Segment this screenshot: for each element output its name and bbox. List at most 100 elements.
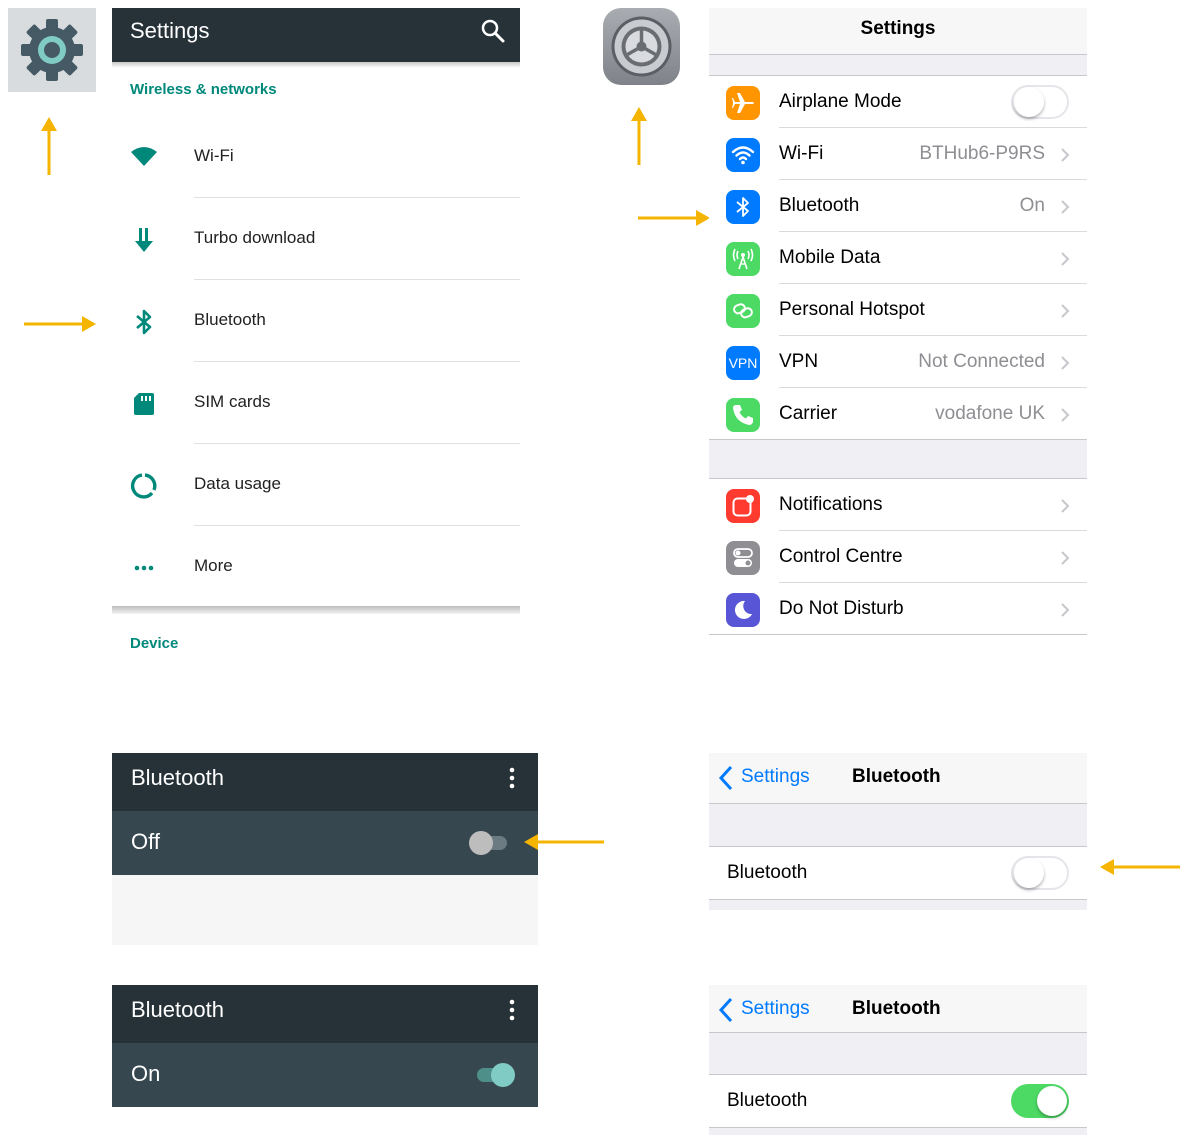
android-bluetooth-screen-on: Bluetooth On <box>112 985 538 1108</box>
search-button[interactable] <box>480 18 506 44</box>
settings-row-label: Control Centre <box>779 546 903 567</box>
android-settings-screen: Settings Wireless & networks Wi-Fi Turbo… <box>112 8 520 668</box>
page-title: Settings <box>860 18 936 39</box>
bluetooth-toggle[interactable] <box>1011 856 1069 890</box>
settings-row-vpn[interactable]: VPN VPN Not Connected <box>709 336 1087 388</box>
search-icon <box>481 19 505 43</box>
arrow-left-indicator <box>1100 859 1180 875</box>
toolbar-shadow <box>112 62 520 68</box>
settings-row-label: Notifications <box>779 494 883 515</box>
settings-item-label: Wi-Fi <box>194 146 234 165</box>
bluetooth-icon-tile <box>726 190 760 224</box>
overflow-menu-button[interactable] <box>508 999 516 1021</box>
nav-bar: Settings Bluetooth <box>709 753 1087 804</box>
toolbar: Bluetooth <box>112 753 538 811</box>
settings-group-system: Notifications Control Centre Do Not Dist… <box>709 478 1087 635</box>
bluetooth-row-label: Bluetooth <box>727 1090 808 1111</box>
settings-item-wifi[interactable]: Wi-Fi <box>112 116 520 198</box>
page-title: Settings <box>130 18 210 43</box>
settings-row-control-centre[interactable]: Control Centre <box>709 531 1087 583</box>
settings-row-wifi[interactable]: Wi-Fi BTHub6-P9RS <box>709 128 1087 180</box>
bluetooth-switch-bar[interactable]: Off <box>112 811 538 875</box>
antenna-icon-tile <box>726 242 760 276</box>
settings-item-more[interactable]: More <box>112 526 520 608</box>
bluetooth-state-label: Off <box>131 829 160 854</box>
section-header-device: Device <box>130 635 179 652</box>
settings-row-personal-hotspot[interactable]: Personal Hotspot <box>709 284 1087 336</box>
overflow-menu-button[interactable] <box>508 767 516 789</box>
bluetooth-icon <box>136 309 152 335</box>
control-centre-icon <box>733 548 753 567</box>
ios-settings-screen: Settings Airplane Mode Wi-Fi BTHub6-P9RS… <box>709 8 1087 635</box>
switch-thumb <box>469 831 493 855</box>
settings-row-value: On <box>1019 195 1045 216</box>
bluetooth-switch[interactable] <box>469 831 509 855</box>
page-title: Bluetooth <box>852 766 941 787</box>
arrow-right-indicator <box>638 210 710 226</box>
settings-row-do-not-disturb[interactable]: Do Not Disturb <box>709 583 1087 635</box>
chevron-left-icon <box>718 765 733 791</box>
wifi-icon-tile <box>726 138 760 172</box>
chevron-right-icon <box>1061 408 1070 422</box>
phone-icon-tile <box>726 398 760 432</box>
ios-bluetooth-screen-on: Settings Bluetooth Bluetooth <box>709 985 1087 1135</box>
arrow-up-indicator <box>631 107 647 165</box>
settings-item-bluetooth[interactable]: Bluetooth <box>112 280 520 362</box>
settings-item-sim-cards[interactable]: SIM cards <box>112 362 520 444</box>
android-settings-app-icon[interactable] <box>8 8 96 92</box>
settings-group-connectivity: Airplane Mode Wi-Fi BTHub6-P9RS Bluetoot… <box>709 75 1087 440</box>
download-arrow-icon <box>135 228 153 252</box>
ios-bluetooth-screen-off: Settings Bluetooth Bluetooth <box>709 753 1087 910</box>
page-title: Bluetooth <box>131 765 224 790</box>
settings-item-label: SIM cards <box>194 392 271 411</box>
settings-item-label: More <box>194 556 233 575</box>
settings-item-label: Data usage <box>194 474 281 493</box>
settings-row-carrier[interactable]: Carrier vodafone UK <box>709 388 1087 440</box>
hotspot-icon-tile <box>726 294 760 328</box>
chevron-right-icon <box>1061 499 1070 513</box>
more-dots-icon <box>134 565 154 571</box>
settings-row-mobile-data[interactable]: Mobile Data <box>709 232 1087 284</box>
vpn-icon: VPN <box>726 346 760 380</box>
gear-icon <box>21 19 83 81</box>
settings-row-notifications[interactable]: Notifications <box>709 479 1087 531</box>
chevron-right-icon <box>1061 304 1070 318</box>
bluetooth-toggle[interactable] <box>1011 1084 1069 1118</box>
ios-settings-app-icon[interactable] <box>603 8 680 85</box>
arrow-up-indicator <box>41 117 57 175</box>
arrow-left-indicator <box>524 834 604 850</box>
settings-row-label: Wi-Fi <box>779 143 824 164</box>
airplane-mode-toggle[interactable] <box>1011 85 1069 119</box>
settings-item-label: Turbo download <box>194 228 316 247</box>
settings-row-value: vodafone UK <box>935 403 1045 424</box>
toggle-knob <box>1014 87 1044 117</box>
switch-thumb <box>491 1063 515 1087</box>
chevron-right-icon <box>1061 252 1070 266</box>
bluetooth-switch[interactable] <box>477 1063 517 1087</box>
settings-row-label: Carrier <box>779 403 838 424</box>
settings-row-label: VPN <box>779 351 819 372</box>
phone-icon <box>733 405 753 425</box>
content-area <box>112 875 538 945</box>
back-button[interactable]: Settings <box>709 753 829 803</box>
more-vert-icon <box>509 999 515 1021</box>
section-footer <box>709 1128 1087 1135</box>
settings-item-turbo-download[interactable]: Turbo download <box>112 198 520 280</box>
bluetooth-switch-bar[interactable]: On <box>112 1043 538 1107</box>
control-centre-icon-tile <box>726 541 760 575</box>
more-vert-icon <box>509 767 515 789</box>
settings-item-data-usage[interactable]: Data usage <box>112 444 520 526</box>
data-usage-icon <box>130 473 157 499</box>
chevron-right-icon <box>1061 356 1070 370</box>
settings-row-airplane-mode[interactable]: Airplane Mode <box>709 76 1087 128</box>
notifications-icon <box>732 495 754 517</box>
settings-row-value: Not Connected <box>918 351 1045 372</box>
settings-row-bluetooth[interactable]: Bluetooth On <box>709 180 1087 232</box>
back-button[interactable]: Settings <box>709 985 829 1032</box>
back-label: Settings <box>741 766 810 787</box>
antenna-icon <box>732 248 754 270</box>
chevron-right-icon <box>1061 148 1070 162</box>
settings-row-label: Personal Hotspot <box>779 299 925 320</box>
android-bluetooth-screen-off: Bluetooth Off <box>112 753 538 945</box>
chevron-right-icon <box>1061 603 1070 617</box>
